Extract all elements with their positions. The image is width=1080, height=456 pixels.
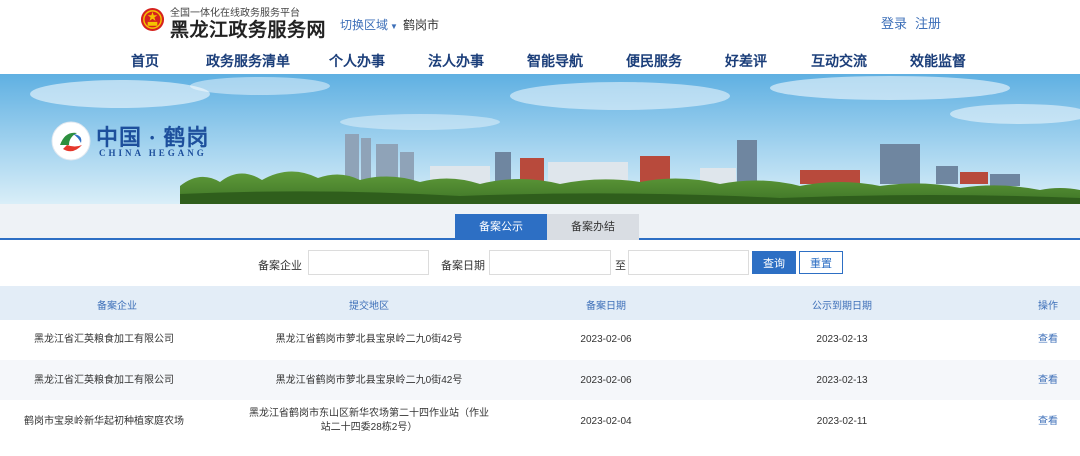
column-header-action: 操作 [1038,301,1058,312]
city-banner: 中国 · 鹤岗 CHINA HEGANG [0,74,1080,204]
login-link[interactable]: 登录 [881,16,907,31]
date-filter-label: 备案日期 [441,260,485,272]
nav-item-home[interactable]: 首页 [131,51,159,71]
nav-item-convenience[interactable]: 便民服务 [626,51,682,71]
cell-filing-date: 2023-02-04 [580,416,632,427]
table-header: 备案企业 提交地区 备案日期 公示到期日期 操作 [0,286,1080,320]
national-emblem-icon [140,7,165,32]
tab-record-completed[interactable]: 备案办结 [547,214,639,240]
date-from-input[interactable] [489,250,611,275]
search-filter: 备案企业 备案日期 至 查询 重置 [0,240,1080,286]
view-link[interactable]: 查看 [1038,415,1058,429]
nav-item-personal[interactable]: 个人办事 [329,51,385,71]
nav-item-service-list[interactable]: 政务服务清单 [206,51,290,71]
record-tabs: 备案公示 备案办结 [0,204,1080,240]
cell-region: 黑龙江省鹤岗市东山区新华农场第二十四作业站（作业站二十四委28栋2号） [249,408,489,433]
current-city: 鹤岗市 [403,18,440,32]
company-filter-label: 备案企业 [258,260,302,272]
table-row: 黑龙江省汇英粮食加工有限公司 黑龙江省鹤岗市萝北县宝泉岭二九0街42号 2023… [0,360,1080,400]
hegang-logo-icon [51,121,91,161]
cell-region: 黑龙江省鹤岗市萝北县宝泉岭二九0街42号 [275,334,463,345]
main-nav: 首页 政务服务清单 个人办事 法人办事 智能导航 便民服务 好差评 互动交流 效… [0,46,1080,74]
query-button[interactable]: 查询 [752,251,796,274]
reset-button[interactable]: 重置 [799,251,843,274]
nav-item-interaction[interactable]: 互动交流 [811,51,867,71]
cell-company: 黑龙江省汇英粮食加工有限公司 [34,334,174,345]
banner-title-en: CHINA HEGANG [99,148,207,158]
cell-expiry-date: 2023-02-13 [816,334,868,345]
cell-filing-date: 2023-02-06 [580,334,632,345]
cell-filing-date: 2023-02-06 [580,375,632,386]
cell-expiry-date: 2023-02-13 [816,375,868,386]
cell-company: 黑龙江省汇英粮食加工有限公司 [34,375,174,386]
region-switch-label: 切换区域 [340,18,389,32]
nav-item-smart-navigation[interactable]: 智能导航 [527,51,583,71]
caret-down-icon: ▼ [390,22,398,31]
auth-links: 登录 注册 [881,13,941,32]
cell-company: 鹤岗市宝泉岭新华起初种植家庭农场 [24,416,184,427]
nav-item-evaluation[interactable]: 好差评 [725,51,767,71]
table-row: 黑龙江省汇英粮食加工有限公司 黑龙江省鹤岗市萝北县宝泉岭二九0街42号 2023… [0,320,1080,360]
site-title[interactable]: 黑龙江政务服务网 [170,15,326,42]
company-input[interactable] [308,250,429,275]
table-row: 鹤岗市宝泉岭新华起初种植家庭农场 黑龙江省鹤岗市东山区新华农场第二十四作业站（作… [0,400,1080,456]
cell-region: 黑龙江省鹤岗市萝北县宝泉岭二九0街42号 [275,375,463,386]
column-header-expiry-date: 公示到期日期 [812,301,872,312]
column-header-company: 备案企业 [97,301,137,312]
view-link[interactable]: 查看 [1038,374,1058,388]
tab-record-publicity[interactable]: 备案公示 [455,214,547,240]
cell-expiry-date: 2023-02-11 [816,416,868,427]
column-header-region: 提交地区 [349,301,389,312]
date-range-separator: 至 [615,260,626,272]
column-header-filing-date: 备案日期 [586,301,626,312]
region-switch-dropdown[interactable]: 切换区域 ▼ [340,16,398,33]
view-link[interactable]: 查看 [1038,333,1058,347]
date-to-input[interactable] [628,250,749,275]
nav-item-supervision[interactable]: 效能监督 [910,51,966,71]
site-header: 全国一体化在线政务服务平台 黑龙江政务服务网 切换区域 ▼ 鹤岗市 登录 注册 [0,0,1080,46]
nav-item-legal-person[interactable]: 法人办事 [428,51,484,71]
register-link[interactable]: 注册 [915,16,941,31]
